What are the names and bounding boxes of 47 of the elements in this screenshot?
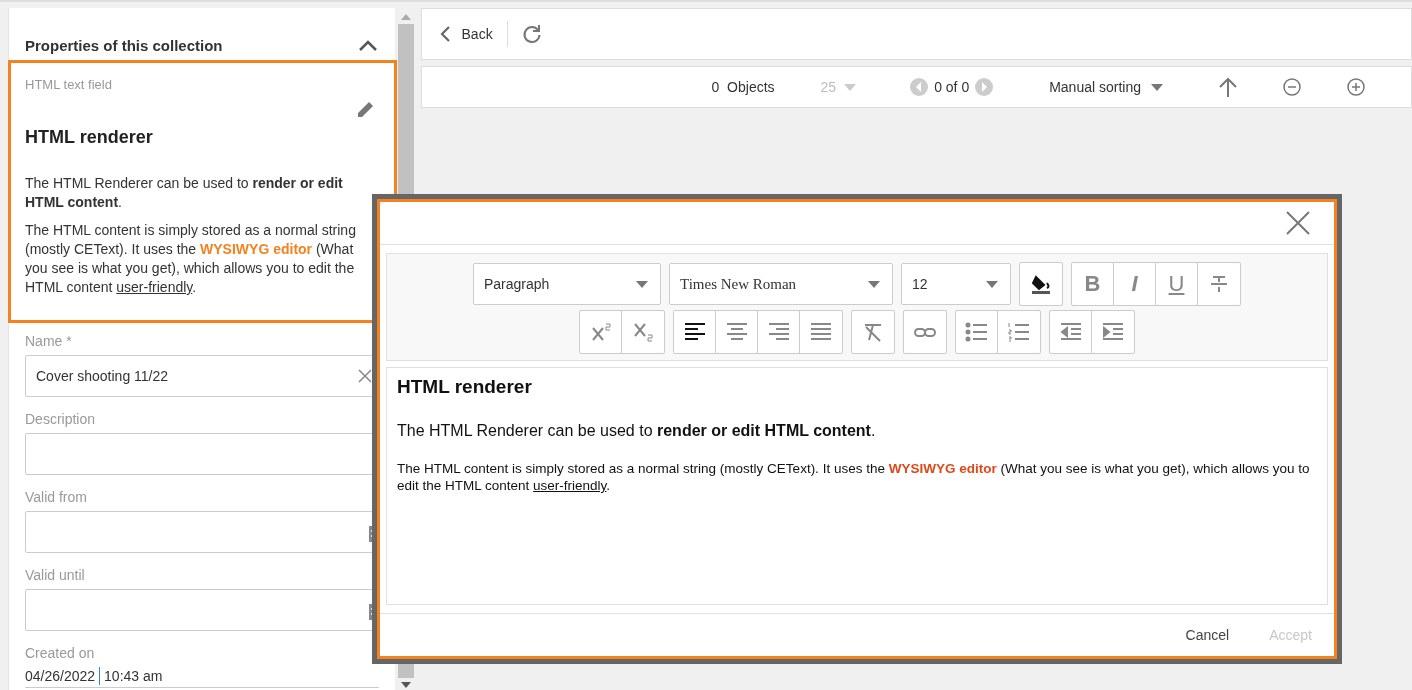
field-label: Valid from bbox=[25, 489, 88, 505]
field-label: Description bbox=[25, 411, 97, 427]
object-count: 0 Objects bbox=[711, 79, 775, 95]
scroll-up-icon[interactable] bbox=[400, 14, 411, 20]
collapse-icon[interactable] bbox=[359, 39, 378, 51]
page-indicator: 0 of 0 bbox=[934, 79, 970, 95]
caret-icon bbox=[844, 83, 857, 91]
caret-icon bbox=[636, 280, 648, 288]
zoom-out-icon[interactable] bbox=[1283, 78, 1301, 96]
field-label: Valid until bbox=[25, 567, 86, 583]
bold-button[interactable]: B bbox=[1072, 263, 1114, 305]
html-heading: HTML renderer bbox=[25, 127, 154, 148]
caret-icon bbox=[986, 280, 998, 288]
format-dropdown[interactable]: Paragraph bbox=[473, 263, 661, 305]
back-button[interactable]: Back bbox=[439, 26, 493, 42]
caret-icon bbox=[868, 280, 880, 288]
align-left-button[interactable] bbox=[674, 311, 716, 353]
font-dropdown[interactable]: Times New Roman bbox=[669, 263, 893, 305]
field-label: HTML text field bbox=[25, 77, 112, 92]
created-date: 04/26/2022 bbox=[25, 668, 96, 684]
bullets-icon bbox=[963, 321, 990, 343]
italic-button[interactable]: I bbox=[1114, 263, 1156, 305]
refresh-icon[interactable] bbox=[521, 24, 542, 44]
editor-paragraph: The HTML Renderer can be used to render or edit HTML content. bbox=[397, 422, 877, 440]
field-label: Name * bbox=[25, 333, 73, 349]
justify-icon bbox=[808, 321, 834, 343]
close-icon[interactable] bbox=[1286, 211, 1310, 235]
zoom-in-icon[interactable] bbox=[1347, 78, 1365, 96]
panel-title: Properties of this collection bbox=[25, 36, 223, 54]
caret-icon bbox=[1151, 83, 1163, 91]
field-label: Created on bbox=[25, 645, 96, 661]
underline-button[interactable]: U bbox=[1156, 263, 1198, 305]
numbers-icon bbox=[1006, 321, 1032, 343]
scroll-down-icon[interactable] bbox=[400, 682, 411, 688]
sort-dropdown[interactable]: Manual sorting bbox=[1049, 79, 1163, 95]
cancel-button[interactable]: Cancel bbox=[1185, 627, 1230, 643]
chevron-left-icon bbox=[439, 26, 450, 42]
created-time: 10:43 am bbox=[104, 668, 163, 684]
html-paragraph: The HTML content is simply stored as a normal string (mostly CEText). It uses the WYSIWYG editor (What you see is what you get), which allows you to edit the HTML content user-friendly. bbox=[25, 221, 357, 297]
html-paragraph: The HTML Renderer can be used to render or edit HTML content. bbox=[25, 174, 344, 212]
editor-paragraph: The HTML content is simply stored as a normal string (mostly CEText). It uses the WYSIWYG editor (What you see is what you get), which allows you to edit the HTML content user-friendly. bbox=[397, 460, 1311, 494]
clear-icon[interactable] bbox=[358, 369, 373, 383]
indent-icon bbox=[1100, 321, 1126, 343]
editor-area[interactable] bbox=[386, 367, 1328, 605]
arrow-up-icon[interactable] bbox=[1219, 77, 1237, 97]
font-size-dropdown[interactable]: 12 bbox=[901, 263, 1011, 305]
editor-heading: HTML renderer bbox=[397, 376, 533, 398]
